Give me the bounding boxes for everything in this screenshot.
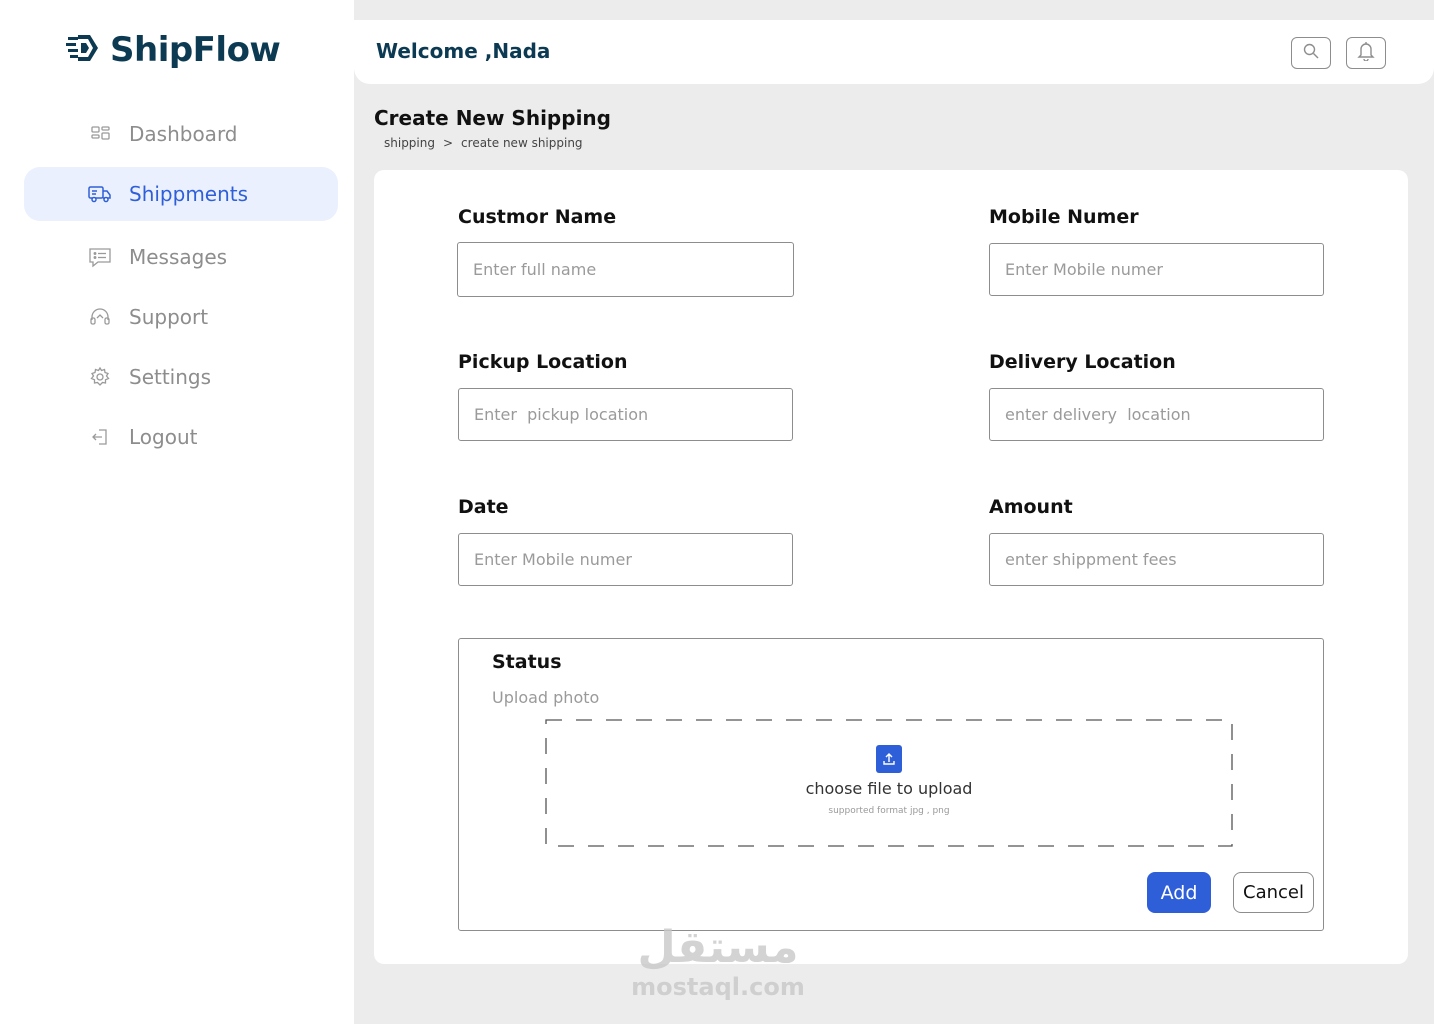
pickup-location-label: Pickup Location <box>458 351 628 373</box>
supported-format-text: supported format jpg , png <box>828 806 950 816</box>
date-input[interactable] <box>458 533 793 586</box>
delivery-location-label: Delivery Location <box>989 351 1176 373</box>
watermark-latin: mostaql.com <box>631 973 805 1001</box>
brand-name: ShipFlow <box>110 30 281 70</box>
breadcrumb-separator: > <box>442 136 454 150</box>
search-button[interactable] <box>1291 37 1331 69</box>
breadcrumb: shipping > create new shipping <box>384 136 583 150</box>
date-label: Date <box>458 496 509 518</box>
sidebar-item-shippments[interactable]: Shippments <box>24 167 338 221</box>
sidebar-item-label: Support <box>129 305 209 329</box>
sidebar-item-label: Dashboard <box>129 122 238 146</box>
amount-input[interactable] <box>989 533 1324 586</box>
page-title: Create New Shipping <box>374 106 611 130</box>
status-title: Status <box>492 651 562 673</box>
logo[interactable]: ShipFlow <box>66 30 281 70</box>
sidebar-item-logout[interactable]: Logout <box>24 410 338 464</box>
shipflow-logo-icon <box>66 31 100 69</box>
status-section: Status Upload photo choose file to uploa… <box>458 638 1324 931</box>
notifications-button[interactable] <box>1346 37 1386 69</box>
watermark: مستقل mostaql.com <box>628 922 808 1000</box>
sidebar-item-dashboard[interactable]: Dashboard <box>24 107 338 161</box>
gear-icon <box>88 365 112 389</box>
sidebar-item-label: Logout <box>129 425 198 449</box>
delivery-location-input[interactable] <box>989 388 1324 441</box>
sidebar: ShipFlow Dashboard Shippments Messages S… <box>0 0 354 1024</box>
truck-icon <box>88 182 112 206</box>
pickup-location-input[interactable] <box>458 388 793 441</box>
sidebar-item-label: Messages <box>129 245 228 269</box>
upload-icon[interactable] <box>876 745 902 773</box>
choose-file-text: choose file to upload <box>805 779 973 798</box>
mobile-number-label: Mobile Numer <box>989 206 1139 228</box>
breadcrumb-item[interactable]: shipping <box>384 136 435 150</box>
bell-icon <box>1357 41 1375 65</box>
cancel-button[interactable]: Cancel <box>1233 872 1314 913</box>
amount-label: Amount <box>989 496 1073 518</box>
welcome-text: Welcome ,Nada <box>376 39 551 63</box>
sidebar-item-support[interactable]: Support <box>24 290 338 344</box>
add-button[interactable]: Add <box>1147 872 1211 913</box>
sidebar-item-label: Settings <box>129 365 212 389</box>
upload-photo-label: Upload photo <box>492 688 600 707</box>
top-bar: Welcome ,Nada <box>354 20 1434 84</box>
breadcrumb-item: create new shipping <box>461 136 583 150</box>
file-drop-zone[interactable]: choose file to upload supported format j… <box>545 719 1233 847</box>
customer-name-label: Custmor Name <box>458 206 617 228</box>
sidebar-item-label: Shippments <box>129 182 249 206</box>
sidebar-item-messages[interactable]: Messages <box>24 230 338 284</box>
search-icon <box>1302 42 1320 64</box>
customer-name-input[interactable] <box>457 242 794 297</box>
watermark-arabic: مستقل <box>637 922 799 973</box>
message-icon <box>88 245 112 269</box>
logout-icon <box>88 425 112 449</box>
mobile-number-input[interactable] <box>989 243 1324 296</box>
headset-icon <box>88 305 112 329</box>
sidebar-item-settings[interactable]: Settings <box>24 350 338 404</box>
dashboard-grid-icon <box>88 122 112 146</box>
